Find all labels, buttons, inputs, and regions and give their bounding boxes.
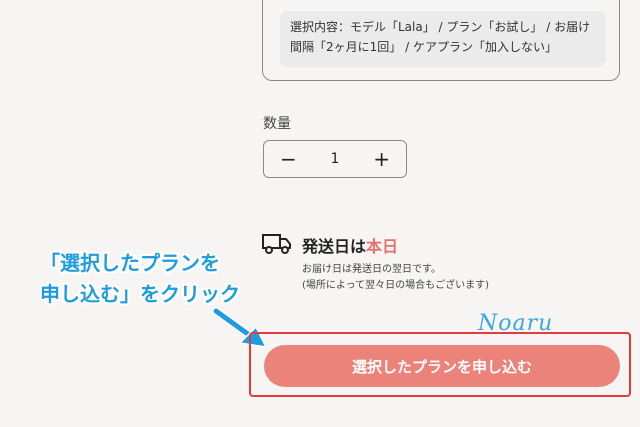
selection-summary-card: 選択内容：モデル「Lala」 / プラン「お試し」 / お届け 間隔「2ヶ月に1… xyxy=(262,0,620,81)
shipping-title-highlight: 本日 xyxy=(366,237,399,256)
shipping-note-line-2: (場所によって翌々日の場合もございます) xyxy=(302,280,490,291)
shipping-note: お届け日は発送日の翌日です。 (場所によって翌々日の場合もございます) xyxy=(302,262,489,294)
quantity-label: 数量 xyxy=(263,116,291,132)
shipping-title-prefix: 発送日は xyxy=(302,237,367,256)
shipping-title: 発送日は本日 xyxy=(302,233,398,257)
apply-plan-button[interactable]: 選択したプランを申し込む xyxy=(264,345,620,387)
callout-line-1: 「選択したプランを xyxy=(40,251,220,275)
truck-icon xyxy=(262,234,291,254)
decrement-button[interactable]: − xyxy=(280,149,297,169)
selection-summary-line-1: 選択内容：モデル「Lala」 / プラン「お試し」 / お届け xyxy=(290,20,591,34)
selection-summary-text: 選択内容：モデル「Lala」 / プラン「お試し」 / お届け 間隔「2ヶ月に1… xyxy=(280,11,606,67)
quantity-value: 1 xyxy=(330,151,340,167)
instruction-callout: 「選択したプランを 申し込む」をクリック xyxy=(40,248,240,310)
increment-button[interactable]: + xyxy=(373,149,390,169)
selection-summary-line-2: 間隔「2ヶ月に1回」 / ケアプラン「加入しない」 xyxy=(290,40,557,54)
quantity-stepper: − 1 + xyxy=(263,140,407,178)
shipping-note-line-1: お届け日は発送日の翌日です。 xyxy=(302,264,441,275)
